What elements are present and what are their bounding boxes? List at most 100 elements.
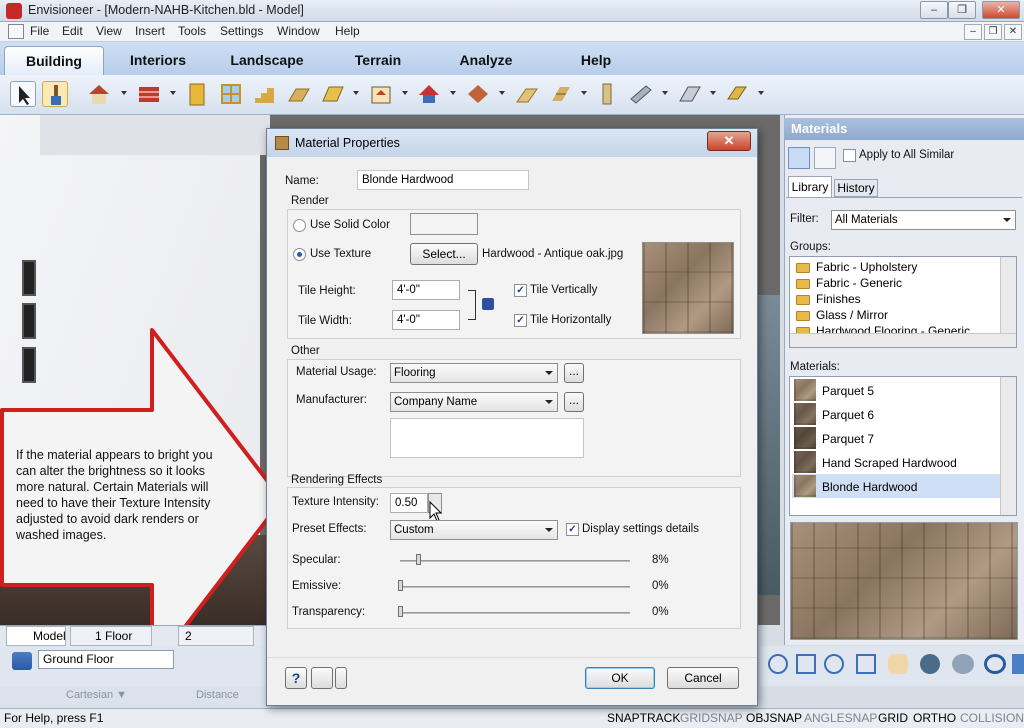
close-button[interactable]: ✕: [982, 1, 1020, 19]
floor-select[interactable]: Ground Floor: [38, 650, 174, 669]
menu-edit[interactable]: Edit: [62, 24, 83, 38]
walk-icon[interactable]: [920, 654, 940, 674]
status-collision[interactable]: COLLISION: [960, 711, 1024, 725]
globe-icon[interactable]: [311, 667, 333, 689]
menu-help[interactable]: Help: [335, 24, 360, 38]
stairs-icon[interactable]: [252, 81, 278, 107]
status-ortho[interactable]: ORTHO: [913, 711, 956, 725]
tile-vertically-checkbox[interactable]: ✓: [514, 284, 527, 297]
transparency-slider-thumb[interactable]: [398, 606, 403, 617]
specular-slider[interactable]: [400, 560, 630, 562]
transparency-slider[interactable]: [400, 612, 630, 614]
display-details-checkbox[interactable]: ✓: [566, 523, 579, 536]
dropdown-arrow-icon[interactable]: [450, 91, 456, 95]
name-input[interactable]: [357, 170, 529, 190]
tile-horizontally-checkbox[interactable]: ✓: [514, 314, 527, 327]
use-texture-radio[interactable]: [293, 248, 306, 261]
material-usage-select[interactable]: Flooring: [390, 363, 558, 383]
menu-file[interactable]: File: [30, 24, 49, 38]
menu-window[interactable]: Window: [277, 24, 320, 38]
column-icon[interactable]: [594, 81, 620, 107]
stair-tread-icon[interactable]: [724, 81, 750, 107]
tile-width-input[interactable]: [392, 310, 460, 330]
tab-help[interactable]: Help: [546, 46, 646, 75]
menu-insert[interactable]: Insert: [135, 24, 165, 38]
group-item[interactable]: Fabric - Generic: [816, 275, 902, 291]
door-icon[interactable]: [184, 81, 210, 107]
floor-icon[interactable]: [286, 81, 312, 107]
dropdown-arrow-icon[interactable]: [662, 91, 668, 95]
roof-icon[interactable]: [320, 81, 346, 107]
ok-button[interactable]: OK: [585, 667, 655, 689]
manufacturer-more-button[interactable]: ...: [564, 392, 584, 412]
tab-elevations[interactable]: 2 Elevations: [178, 626, 254, 661]
house-wall-icon[interactable]: [86, 81, 112, 107]
materials-scrollbar[interactable]: [1000, 377, 1016, 515]
restore-button[interactable]: ❐: [948, 1, 976, 19]
paint-bucket-icon[interactable]: [788, 147, 810, 169]
document-icon[interactable]: [8, 24, 24, 39]
tab-landscape[interactable]: Landscape: [212, 46, 322, 75]
status-anglesnap[interactable]: ANGLESNAP: [804, 711, 877, 725]
minimize-button[interactable]: –: [920, 1, 948, 19]
solid-color-swatch[interactable]: [410, 213, 478, 235]
specular-slider-thumb[interactable]: [416, 554, 422, 565]
beam-icon[interactable]: [628, 81, 654, 107]
zoom-icon[interactable]: [768, 654, 788, 674]
railing-icon[interactable]: [514, 81, 540, 107]
status-objsnap[interactable]: OBJSNAP: [746, 711, 802, 725]
manufacturer-details-box[interactable]: [390, 418, 584, 458]
apply-to-all-checkbox[interactable]: [843, 149, 856, 162]
group-item[interactable]: Hardwood Flooring - Generic: [816, 323, 970, 333]
usage-more-button[interactable]: ...: [564, 363, 584, 383]
tab-building[interactable]: Building: [4, 46, 104, 75]
group-item[interactable]: Finishes: [816, 291, 861, 307]
orbit-icon[interactable]: [952, 654, 974, 674]
camera-icon[interactable]: [1012, 654, 1024, 674]
cartesian-label[interactable]: Cartesian ▼: [66, 689, 127, 701]
filter-select[interactable]: All Materials: [831, 210, 1016, 230]
zoom-extents-icon[interactable]: [856, 654, 876, 674]
zoom-window-icon[interactable]: [796, 654, 816, 674]
materials-list[interactable]: Parquet 5 Parquet 6 Parquet 7 Hand Scrap…: [789, 376, 1017, 516]
dropdown-arrow-icon[interactable]: [499, 91, 505, 95]
dropdown-arrow-icon[interactable]: [170, 91, 176, 95]
texture-intensity-input[interactable]: [390, 493, 428, 513]
dropdown-arrow-icon[interactable]: [581, 91, 587, 95]
select-texture-button[interactable]: Select...: [410, 243, 478, 265]
window-icon[interactable]: [218, 81, 244, 107]
brick-wall-icon[interactable]: [136, 81, 162, 107]
material-item[interactable]: Parquet 7: [822, 431, 874, 447]
tile-height-input[interactable]: [392, 280, 460, 300]
roof-red-icon[interactable]: [416, 81, 442, 107]
mdi-restore-button[interactable]: ❐: [984, 24, 1002, 40]
dropdown-arrow-icon[interactable]: [121, 91, 127, 95]
tab-library[interactable]: Library: [788, 176, 832, 197]
dropdown-arrow-icon[interactable]: [710, 91, 716, 95]
zoom-in-icon[interactable]: [824, 654, 844, 674]
help-dropdown-arrow-icon[interactable]: [335, 667, 347, 689]
wall-niche-icon[interactable]: [677, 81, 703, 107]
cancel-button[interactable]: Cancel: [667, 667, 739, 689]
status-grid[interactable]: GRID: [878, 711, 908, 725]
tab-interiors[interactable]: Interiors: [108, 46, 208, 75]
menu-tools[interactable]: Tools: [178, 24, 206, 38]
tab-history[interactable]: History: [834, 179, 878, 197]
mdi-minimize-button[interactable]: –: [964, 24, 982, 40]
group-item[interactable]: Fabric - Upholstery: [816, 259, 917, 275]
lock-icon[interactable]: [482, 298, 494, 310]
group-item[interactable]: Glass / Mirror: [816, 307, 888, 323]
dropdown-arrow-icon[interactable]: [402, 91, 408, 95]
material-item[interactable]: Parquet 5: [822, 383, 874, 399]
tab-terrain[interactable]: Terrain: [328, 46, 428, 75]
refresh-icon[interactable]: [984, 654, 1006, 674]
emissive-slider-thumb[interactable]: [398, 580, 403, 591]
paint-brush-icon[interactable]: [42, 81, 68, 107]
framing-icon[interactable]: [548, 81, 574, 107]
dropdown-arrow-icon[interactable]: [758, 91, 764, 95]
dropdown-arrow-icon[interactable]: [353, 91, 359, 95]
solid-color-radio[interactable]: [293, 219, 306, 232]
emissive-slider[interactable]: [400, 586, 630, 588]
groups-scrollbar[interactable]: [1000, 257, 1016, 333]
floors-icon[interactable]: [12, 652, 32, 670]
